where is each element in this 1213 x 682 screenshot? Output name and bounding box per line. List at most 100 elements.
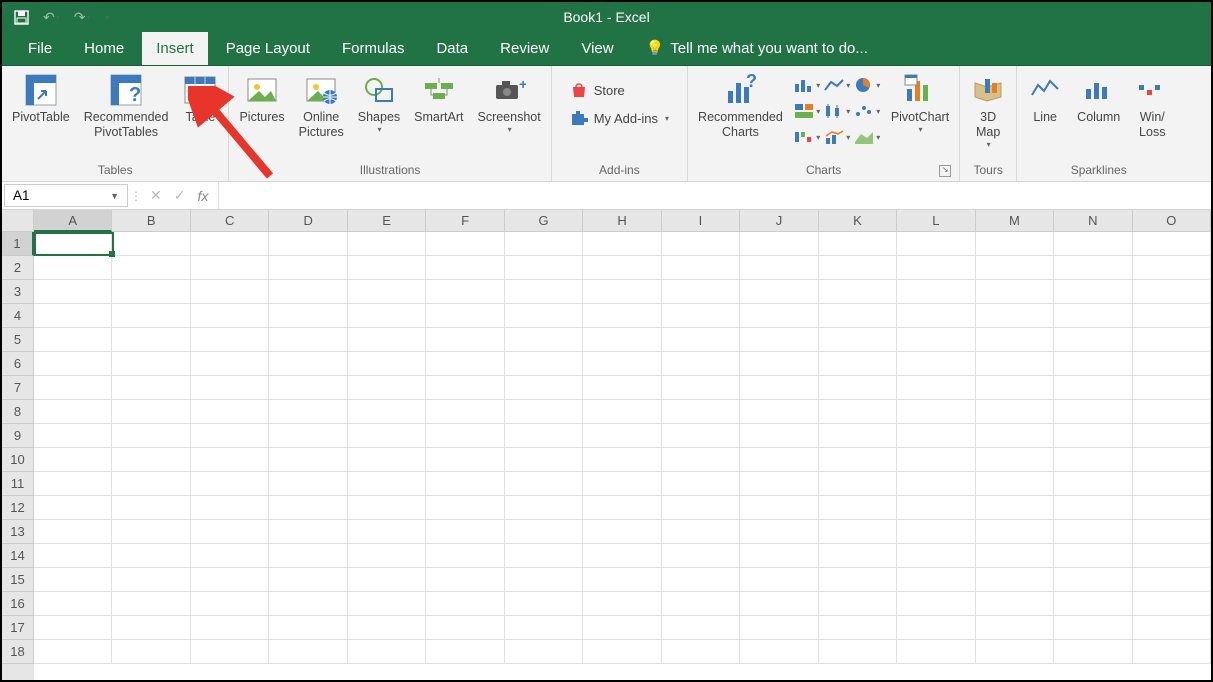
cell[interactable] <box>740 640 818 664</box>
cell[interactable] <box>191 640 269 664</box>
cell[interactable] <box>583 592 661 616</box>
cell[interactable] <box>191 232 269 256</box>
cell[interactable] <box>583 376 661 400</box>
cell[interactable] <box>348 376 426 400</box>
cell[interactable] <box>34 328 112 352</box>
pie-chart-button[interactable]: ▾ <box>853 74 881 96</box>
cell[interactable] <box>1054 328 1132 352</box>
cell[interactable] <box>583 616 661 640</box>
row-header[interactable]: 18 <box>2 640 34 664</box>
cell[interactable] <box>662 520 740 544</box>
combo-chart-button[interactable]: ▾ <box>823 126 851 148</box>
cell[interactable] <box>1054 376 1132 400</box>
cell[interactable] <box>819 544 897 568</box>
store-button[interactable]: Store <box>564 78 675 102</box>
cell[interactable] <box>976 232 1054 256</box>
line-chart-button[interactable]: ▾ <box>823 74 851 96</box>
cell[interactable] <box>1133 256 1211 280</box>
cell[interactable] <box>505 448 583 472</box>
cell[interactable] <box>269 352 347 376</box>
cell[interactable] <box>897 280 975 304</box>
cell[interactable] <box>897 592 975 616</box>
cell[interactable] <box>740 568 818 592</box>
cell[interactable] <box>819 232 897 256</box>
tell-me-search[interactable]: 💡 Tell me what you want to do... <box>632 31 882 65</box>
cell[interactable] <box>34 400 112 424</box>
column-header[interactable]: N <box>1054 210 1132 232</box>
cell[interactable] <box>426 544 504 568</box>
undo-icon[interactable]: ↶▾ <box>43 9 60 26</box>
cell[interactable] <box>897 328 975 352</box>
cell[interactable] <box>34 280 112 304</box>
cell[interactable] <box>112 448 190 472</box>
cell[interactable] <box>740 376 818 400</box>
cell[interactable] <box>819 496 897 520</box>
cell[interactable] <box>583 424 661 448</box>
pictures-button[interactable]: Pictures <box>235 70 288 127</box>
cell[interactable] <box>1054 472 1132 496</box>
cell[interactable] <box>112 376 190 400</box>
cell[interactable] <box>1133 400 1211 424</box>
cell[interactable] <box>1133 472 1211 496</box>
column-header[interactable]: O <box>1133 210 1211 232</box>
column-header[interactable]: C <box>191 210 269 232</box>
cell[interactable] <box>191 256 269 280</box>
cell[interactable] <box>1054 400 1132 424</box>
row-header[interactable]: 3 <box>2 280 34 304</box>
tab-file[interactable]: File <box>14 32 66 65</box>
cell[interactable] <box>1133 592 1211 616</box>
row-header[interactable]: 12 <box>2 496 34 520</box>
cell[interactable] <box>505 568 583 592</box>
tab-data[interactable]: Data <box>422 32 482 65</box>
cell[interactable] <box>348 352 426 376</box>
cell[interactable] <box>269 232 347 256</box>
row-header[interactable]: 9 <box>2 424 34 448</box>
cell[interactable] <box>348 520 426 544</box>
my-addins-button[interactable]: My Add-ins ▾ <box>564 106 675 130</box>
tab-review[interactable]: Review <box>486 32 563 65</box>
cell[interactable] <box>505 256 583 280</box>
hierarchy-chart-button[interactable]: ▾ <box>793 100 821 122</box>
select-all-button[interactable] <box>2 210 34 232</box>
cell[interactable] <box>34 592 112 616</box>
cell[interactable] <box>34 568 112 592</box>
redo-icon[interactable]: ↷▾ <box>74 9 91 26</box>
row-header[interactable]: 8 <box>2 400 34 424</box>
cell[interactable] <box>112 496 190 520</box>
cell[interactable] <box>662 232 740 256</box>
formula-input[interactable] <box>218 182 1211 209</box>
cell[interactable] <box>426 592 504 616</box>
cell[interactable] <box>976 520 1054 544</box>
cell[interactable] <box>662 424 740 448</box>
3d-map-button[interactable]: 3D Map ▾ <box>966 70 1010 151</box>
cell[interactable] <box>1133 304 1211 328</box>
cell[interactable] <box>1054 256 1132 280</box>
cell[interactable] <box>976 400 1054 424</box>
cell[interactable] <box>819 568 897 592</box>
cell[interactable] <box>426 280 504 304</box>
cell[interactable] <box>34 616 112 640</box>
cell[interactable] <box>269 448 347 472</box>
cell[interactable] <box>348 568 426 592</box>
cell[interactable] <box>897 304 975 328</box>
sparkline-column-button[interactable]: Column <box>1073 70 1124 127</box>
cell[interactable] <box>662 400 740 424</box>
cell[interactable] <box>269 496 347 520</box>
cell[interactable] <box>348 232 426 256</box>
cell[interactable] <box>112 400 190 424</box>
cell[interactable] <box>897 400 975 424</box>
cell[interactable] <box>426 568 504 592</box>
tab-page-layout[interactable]: Page Layout <box>212 32 324 65</box>
cell[interactable] <box>1133 544 1211 568</box>
surface-chart-button[interactable]: ▾ <box>853 126 881 148</box>
cell[interactable] <box>1133 640 1211 664</box>
cell[interactable] <box>897 616 975 640</box>
cell[interactable] <box>976 496 1054 520</box>
row-header[interactable]: 6 <box>2 352 34 376</box>
cell[interactable] <box>662 304 740 328</box>
cell[interactable] <box>583 232 661 256</box>
cell[interactable] <box>269 544 347 568</box>
cell[interactable] <box>112 544 190 568</box>
column-header[interactable]: D <box>269 210 347 232</box>
recommended-charts-button[interactable]: ? Recommended Charts <box>694 70 787 142</box>
